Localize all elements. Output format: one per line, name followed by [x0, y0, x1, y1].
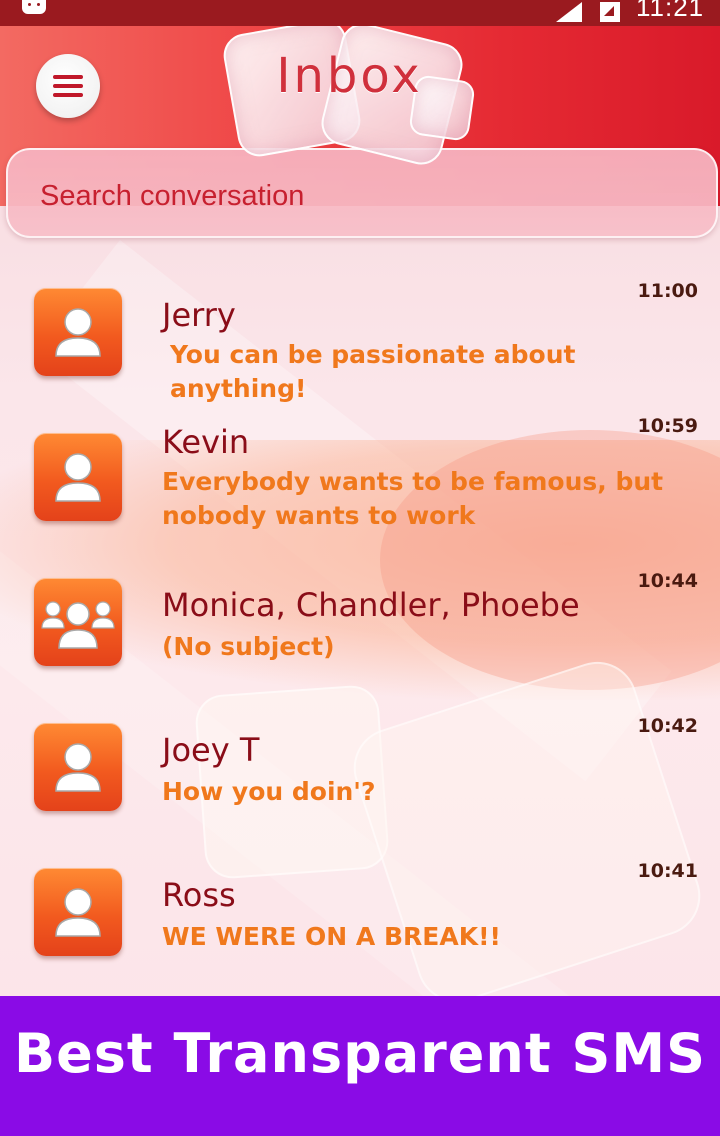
- person-icon: [55, 888, 101, 937]
- contact-name: Kevin: [162, 423, 250, 461]
- conversation-item-jerry[interactable]: 11:00 Jerry You can be passionate about …: [0, 250, 720, 403]
- message-preview: Everybody wants to be famous, but nobody…: [162, 467, 664, 530]
- search-input[interactable]: [40, 178, 680, 214]
- inbox-screen: 11:21 Inbox 11:00 Jerry You can be passi: [0, 0, 720, 1136]
- message-preview: How you doin'?: [162, 777, 376, 806]
- group-icon: [41, 601, 115, 649]
- contact-name: Ross: [162, 876, 236, 914]
- person-icon: [55, 308, 101, 357]
- conversation-item-kevin[interactable]: 10:59 Kevin Everybody wants to be famous…: [0, 395, 720, 535]
- promo-banner-text: Best Transparent SMS: [13, 1022, 707, 1085]
- promo-banner: Best Transparent SMS: [0, 996, 720, 1136]
- status-time: 11:21: [636, 0, 705, 22]
- hamburger-menu-icon: [53, 75, 83, 97]
- battery-icon: [600, 2, 620, 22]
- avatar: [34, 433, 122, 521]
- contact-name: Joey T: [162, 731, 260, 769]
- avatar: [34, 868, 122, 956]
- person-icon: [55, 743, 101, 792]
- message-preview: (No subject): [162, 632, 335, 661]
- message-preview: WE WERE ON A BREAK!!: [162, 922, 501, 951]
- signal-icon: [556, 2, 582, 22]
- page-title: Inbox: [276, 48, 423, 104]
- person-icon: [55, 453, 101, 502]
- contact-name: Jerry: [162, 296, 236, 334]
- status-bar: 11:21: [0, 0, 720, 26]
- conversation-item-group[interactable]: 10:44 Monica, Chandler, Phoebe (No subje…: [0, 540, 720, 680]
- avatar: [34, 288, 122, 376]
- conversation-time: 10:41: [637, 860, 698, 882]
- avatar: [34, 723, 122, 811]
- avatar: [34, 578, 122, 666]
- conversation-item-joey[interactable]: 10:42 Joey T How you doin'?: [0, 685, 720, 825]
- conversation-time: 10:44: [637, 570, 698, 592]
- menu-button[interactable]: [36, 54, 100, 118]
- contact-name: Monica, Chandler, Phoebe: [162, 586, 580, 624]
- conversation-time: 10:59: [637, 415, 698, 437]
- conversation-time: 10:42: [637, 715, 698, 737]
- conversation-item-ross[interactable]: 10:41 Ross WE WERE ON A BREAK!!: [0, 830, 720, 970]
- conversation-time: 11:00: [637, 280, 698, 302]
- android-icon: [22, 0, 46, 14]
- inbox-title-badge: Inbox: [220, 8, 477, 170]
